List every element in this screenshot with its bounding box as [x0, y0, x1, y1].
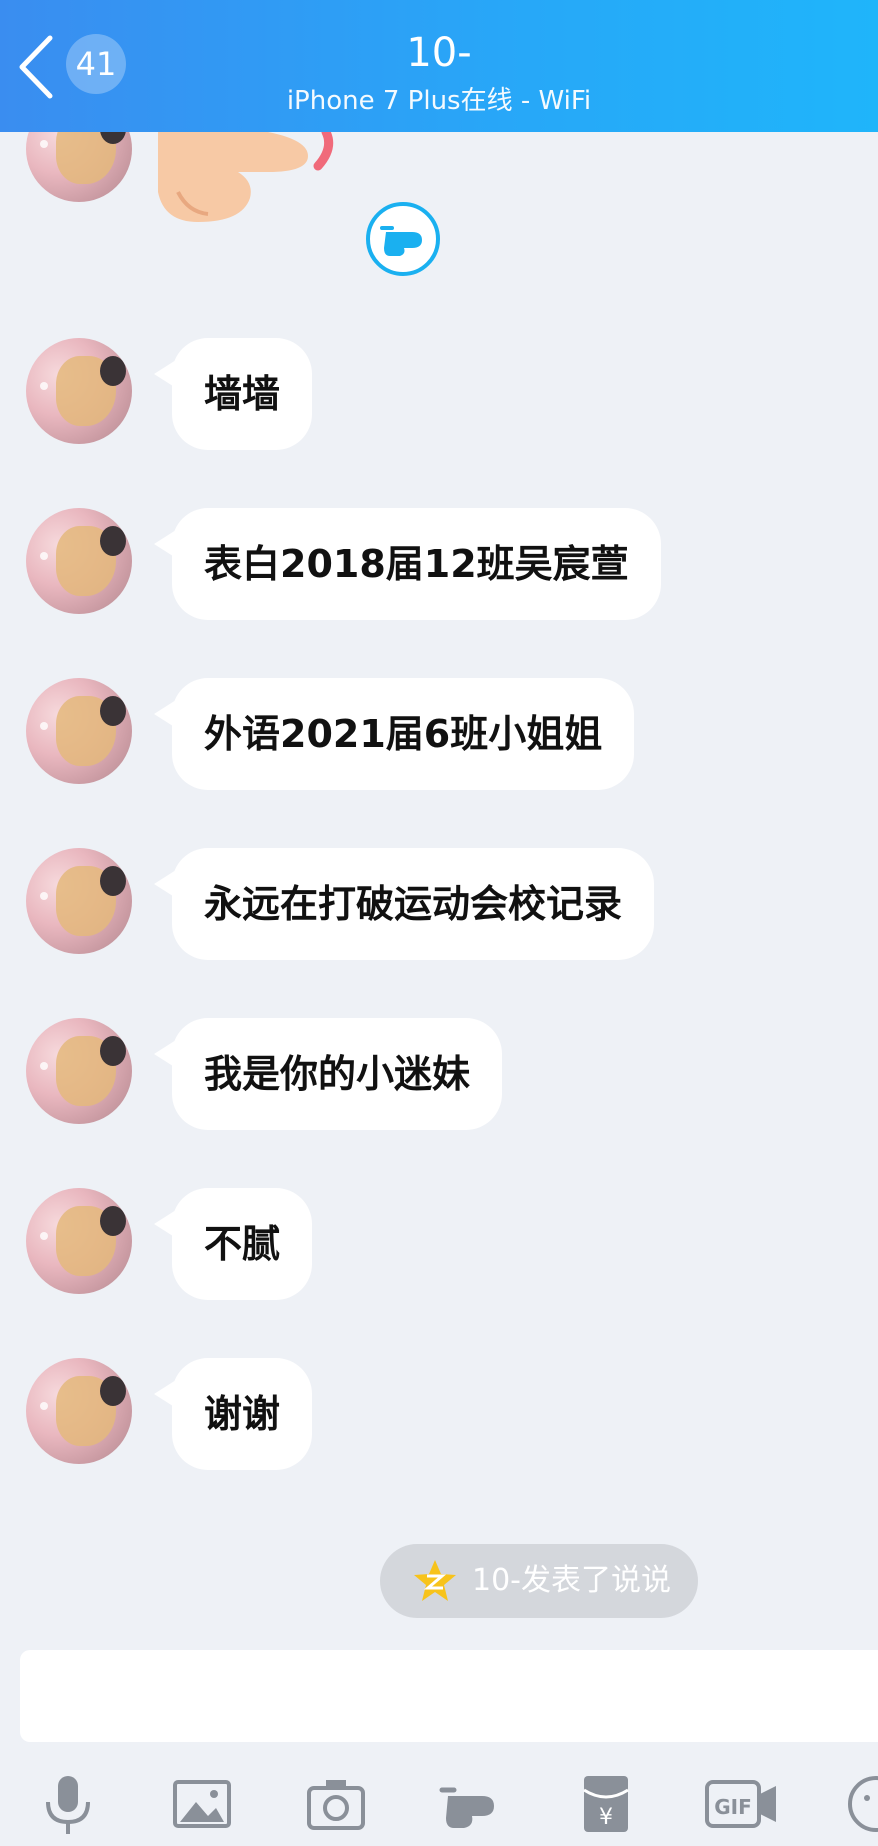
avatar[interactable] [26, 848, 132, 954]
red-packet-icon: ¥ [583, 1776, 629, 1832]
message-bubble[interactable]: 外语2021届6班小姐姐 [153, 678, 635, 790]
poke-button[interactable] [366, 202, 440, 276]
emoji-button[interactable] [846, 1772, 878, 1836]
camera-button[interactable] [306, 1772, 366, 1836]
message-bubble[interactable]: 我是你的小迷妹 [153, 1018, 503, 1130]
image-icon [173, 1780, 231, 1828]
poke-tool-button[interactable] [438, 1772, 498, 1836]
message-bubble[interactable]: 不腻 [153, 1188, 313, 1300]
message-list[interactable]: 墙墙 表白2018届12班吴宸萱 外语2021届6班小姐姐 永远在打破运动会校记… [0, 132, 878, 1652]
emoji-icon [848, 1776, 878, 1832]
avatar[interactable] [26, 338, 132, 444]
qzone-star-icon [414, 1560, 456, 1601]
notice-text: 10-发表了说说 [472, 1563, 671, 1598]
avatar[interactable] [26, 508, 132, 614]
voice-button[interactable] [38, 1772, 98, 1836]
online-status: iPhone 7 Plus在线 - WiFi [286, 86, 592, 116]
input-toolbar: ¥ GIF [0, 1764, 878, 1846]
camera-icon [307, 1780, 365, 1830]
svg-text:¥: ¥ [599, 1805, 613, 1830]
svg-text:GIF: GIF [714, 1795, 752, 1819]
message-bubble[interactable]: 墙墙 [153, 338, 313, 450]
message-bubble[interactable]: 谢谢 [153, 1358, 313, 1470]
message-bubble[interactable]: 永远在打破运动会校记录 [153, 848, 655, 960]
qzone-notice[interactable]: 10-发表了说说 [380, 1544, 698, 1618]
message-bubble[interactable]: 表白2018届12班吴宸萱 [154, 508, 661, 620]
poke-hand-icon [439, 1787, 494, 1828]
avatar[interactable] [26, 1188, 132, 1294]
message-input[interactable] [20, 1650, 878, 1742]
avatar[interactable] [26, 678, 132, 784]
gif-button[interactable]: GIF [704, 1772, 778, 1836]
avatar[interactable] [26, 1018, 132, 1124]
avatar[interactable] [26, 132, 132, 202]
microphone-icon [46, 1776, 90, 1834]
image-button[interactable] [172, 1772, 232, 1836]
red-packet-button[interactable]: ¥ [576, 1772, 636, 1836]
contact-name[interactable]: 10- [0, 30, 878, 76]
poke-hand-icon [380, 226, 422, 256]
avatar[interactable] [26, 1358, 132, 1464]
poke-hand-sticker [158, 132, 334, 222]
chat-header: 41 10- iPhone 7 Plus在线 - WiFi [0, 0, 878, 132]
gif-icon: GIF [705, 1780, 776, 1828]
